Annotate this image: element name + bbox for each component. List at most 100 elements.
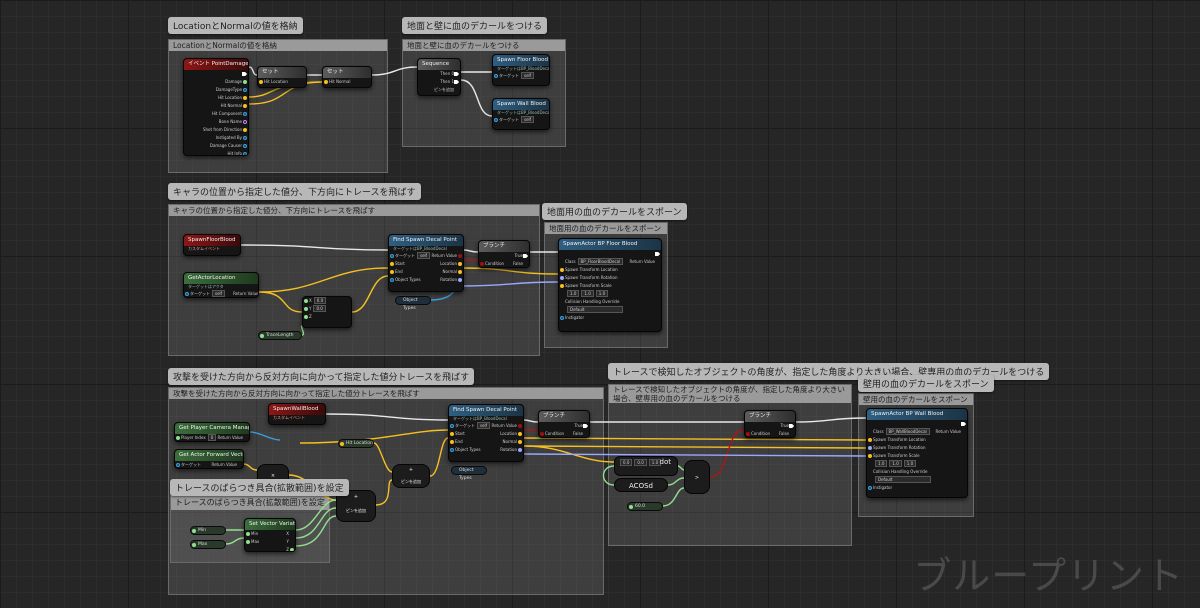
z-pin[interactable]: Z bbox=[303, 313, 351, 321]
target-pin[interactable]: ターゲット self bbox=[493, 116, 549, 124]
comment-bubble: 壁用の血のデカールをスポーン bbox=[858, 375, 994, 392]
hit-component-pin[interactable]: Hit Component bbox=[184, 110, 248, 118]
target-pin[interactable]: ターゲット self bbox=[493, 72, 549, 80]
find-spawn-decal-point-node-1[interactable]: Find Spawn Decal Point ターゲットはBP_BloodDec… bbox=[388, 234, 464, 292]
true-pin[interactable]: True bbox=[479, 252, 529, 260]
true-pin[interactable]: True bbox=[745, 422, 795, 430]
spawn-floor-blood-event-node[interactable]: SpawnFloorBlood カスタムイベント bbox=[183, 234, 241, 256]
hit-location-variable[interactable]: Hit Location bbox=[338, 439, 374, 448]
comment-title: 壁用の血のデカールをスポーン bbox=[859, 394, 973, 405]
sequence-node[interactable]: Sequence Then 0 Then 1 ピンを追加 bbox=[417, 58, 461, 96]
event-pointdamage-node[interactable]: イベント PointDamage Damage DamageType Hit L… bbox=[183, 58, 249, 156]
get-player-camera-manager-node[interactable]: Get Player Camera Manager Player Index0R… bbox=[174, 422, 250, 442]
spawn-floor-blood-call-node[interactable]: Spawn Floor Blood ターゲットはBP_BloodDecal ター… bbox=[492, 54, 550, 86]
instigated-by-pin[interactable]: Instigated By bbox=[184, 134, 248, 142]
spawn-scale-pin[interactable]: Spawn Transform Scale bbox=[867, 452, 967, 460]
start-pin[interactable]: Start Location bbox=[449, 430, 523, 438]
end-pin[interactable]: End Normal bbox=[389, 268, 463, 276]
set-hit-location-node[interactable]: セット Hit Location bbox=[257, 66, 307, 88]
object-types-variable[interactable]: Object Types bbox=[395, 296, 431, 311]
acos-node[interactable]: ACOSd bbox=[614, 478, 668, 492]
object-types-pin[interactable]: Object Types Rotation bbox=[389, 276, 463, 284]
comment-title: トレースで検知したオブジェクトの角度が、指定した角度より大きい場合、壁専用の血の… bbox=[609, 385, 851, 403]
exec-out-pin[interactable] bbox=[867, 420, 967, 428]
trace-length-variable[interactable]: TraceLength bbox=[258, 331, 302, 340]
node-title: Find Spawn Decal Point bbox=[389, 235, 463, 246]
condition-pin[interactable]: Condition False bbox=[539, 430, 589, 437]
target-pin[interactable]: ターゲット self Return Value bbox=[184, 290, 258, 297]
max-pin[interactable]: Max Y bbox=[245, 538, 295, 546]
angle-variable[interactable]: 60.0 bbox=[627, 502, 663, 511]
max-variable[interactable]: Max bbox=[190, 540, 226, 549]
hit-normal-pin[interactable]: Hit Normal bbox=[184, 102, 248, 110]
spawn-rotation-pin[interactable]: Spawn Transform Rotation bbox=[559, 274, 661, 282]
collision-dropdown[interactable]: Default bbox=[559, 306, 661, 314]
z-pin[interactable]: Z bbox=[245, 546, 295, 551]
bone-name-pin[interactable]: Bone Name bbox=[184, 118, 248, 126]
node-title: ブランチ bbox=[539, 411, 589, 422]
make-vector-node[interactable]: X 0.0 Y 0.0 Z bbox=[302, 296, 352, 328]
set-vector-variation-node[interactable]: Set Vector Variation MinX MaxY Z bbox=[244, 518, 296, 552]
condition-pin[interactable]: Condition False bbox=[479, 260, 529, 267]
damage-causer-pin[interactable]: Damage Causer bbox=[184, 142, 248, 150]
spawn-scale-pin[interactable]: Spawn Transform Scale bbox=[559, 282, 661, 290]
get-actor-forward-vector-node[interactable]: Get Actor Forward Vector ターゲット Return Val… bbox=[174, 449, 244, 469]
set-value-pin[interactable]: Hit Location bbox=[258, 78, 306, 86]
min-variable[interactable]: Min bbox=[190, 526, 226, 535]
spawn-wall-blood-call-node[interactable]: Spawn Wall Blood ターゲットはBP_BloodDecal ターゲ… bbox=[492, 98, 550, 130]
spawn-wall-blood-event-node[interactable]: SpawnWallBlood カスタムイベント bbox=[268, 403, 326, 425]
spawn-actor-floor-blood-node[interactable]: SpawnActor BP Floor Blood Class BP_FloorB… bbox=[558, 238, 662, 332]
hit-location-pin[interactable]: Hit Location bbox=[184, 94, 248, 102]
node-title: SpawnFloorBlood bbox=[184, 235, 240, 246]
min-pin[interactable]: Min X bbox=[245, 530, 295, 538]
player-index-pin[interactable]: Player Index 0 Return Value bbox=[175, 434, 249, 441]
end-pin[interactable]: End Normal bbox=[449, 438, 523, 446]
instigator-pin[interactable]: Instigator bbox=[559, 314, 661, 322]
exec-out-pin[interactable] bbox=[184, 70, 248, 78]
greater-than-node[interactable]: > bbox=[684, 460, 710, 494]
true-pin[interactable]: True bbox=[539, 422, 589, 430]
blueprint-watermark: ブループリント bbox=[913, 554, 1184, 598]
y-pin[interactable]: Y 0.0 bbox=[303, 305, 351, 313]
instigator-pin[interactable]: Instigator bbox=[867, 484, 967, 492]
start-pin[interactable]: Start Location bbox=[389, 260, 463, 268]
dot-product-node[interactable]: 0.0 0.0 1.0 dot bbox=[614, 456, 678, 476]
get-actor-location-node[interactable]: GetActorLocation ターゲットはアクタ ターゲット self Retu… bbox=[183, 272, 259, 298]
branch-node-1b[interactable]: ブランチ True Condition False bbox=[538, 410, 590, 438]
add-pin-button[interactable]: ピンを追加 bbox=[418, 86, 460, 94]
target-pin[interactable]: ターゲット self Return Value bbox=[389, 252, 463, 260]
condition-pin[interactable]: Condition False bbox=[745, 430, 795, 437]
branch-node-2[interactable]: ブランチ True Condition False bbox=[744, 410, 796, 438]
node-title: SpawnWallBlood bbox=[269, 404, 325, 415]
comment-title: 地面と壁に血のデカールをつける bbox=[403, 40, 565, 51]
find-spawn-decal-point-node-2[interactable]: Find Spawn Decal Point ターゲットはBP_BloodDec… bbox=[448, 404, 524, 462]
comment-bubble: キャラの位置から指定した値分、下方向にトレースを飛ばす bbox=[168, 183, 421, 200]
node-title: Sequence bbox=[418, 59, 460, 70]
target-pin[interactable]: ターゲット Return Value bbox=[175, 461, 243, 468]
scale-values[interactable]: 1.0 1.0 1.0 bbox=[559, 290, 661, 298]
object-types-variable[interactable]: Object Types bbox=[451, 466, 487, 481]
set-value-pin[interactable]: Hit Normal bbox=[323, 78, 371, 86]
spawn-location-pin[interactable]: Spawn Transform Location bbox=[559, 266, 661, 274]
spawn-rotation-pin[interactable]: Spawn Transform Rotation bbox=[867, 444, 967, 452]
then-0-pin[interactable]: Then 0 bbox=[418, 70, 460, 78]
scale-values[interactable]: 1.0 1.0 1.0 bbox=[867, 460, 967, 468]
blueprint-canvas[interactable]: LocationとNormalの値を格納 LocationとNormalの値を格… bbox=[0, 0, 1200, 608]
then-1-pin[interactable]: Then 1 bbox=[418, 78, 460, 86]
x-pin[interactable]: X 0.0 bbox=[303, 297, 351, 305]
branch-node-1[interactable]: ブランチ True Condition False bbox=[478, 240, 530, 268]
target-pin[interactable]: ターゲット self Return Value bbox=[449, 422, 523, 430]
shot-direction-pin[interactable]: Shot from Direction bbox=[184, 126, 248, 134]
class-pin[interactable]: Class BP_WallBloodDecal Return Value bbox=[867, 428, 967, 436]
object-types-pin[interactable]: Object Types Rotation bbox=[449, 446, 523, 454]
hit-info-pin[interactable]: Hit Info bbox=[184, 150, 248, 155]
damage-pin[interactable]: Damage bbox=[184, 78, 248, 86]
class-pin[interactable]: Class BP_FloorBloodDecal Return Value bbox=[559, 258, 661, 266]
spawn-location-pin[interactable]: Spawn Transform Location bbox=[867, 436, 967, 444]
exec-out-pin[interactable] bbox=[559, 250, 661, 258]
collision-dropdown[interactable]: Default bbox=[867, 476, 967, 484]
spawn-actor-wall-blood-node[interactable]: SpawnActor BP Wall Blood Class BP_WallBlo… bbox=[866, 408, 968, 498]
add-node-1[interactable]: + ピンを追加 bbox=[392, 464, 430, 488]
damagetype-pin[interactable]: DamageType bbox=[184, 86, 248, 94]
set-hit-normal-node[interactable]: セット Hit Normal bbox=[322, 66, 372, 88]
